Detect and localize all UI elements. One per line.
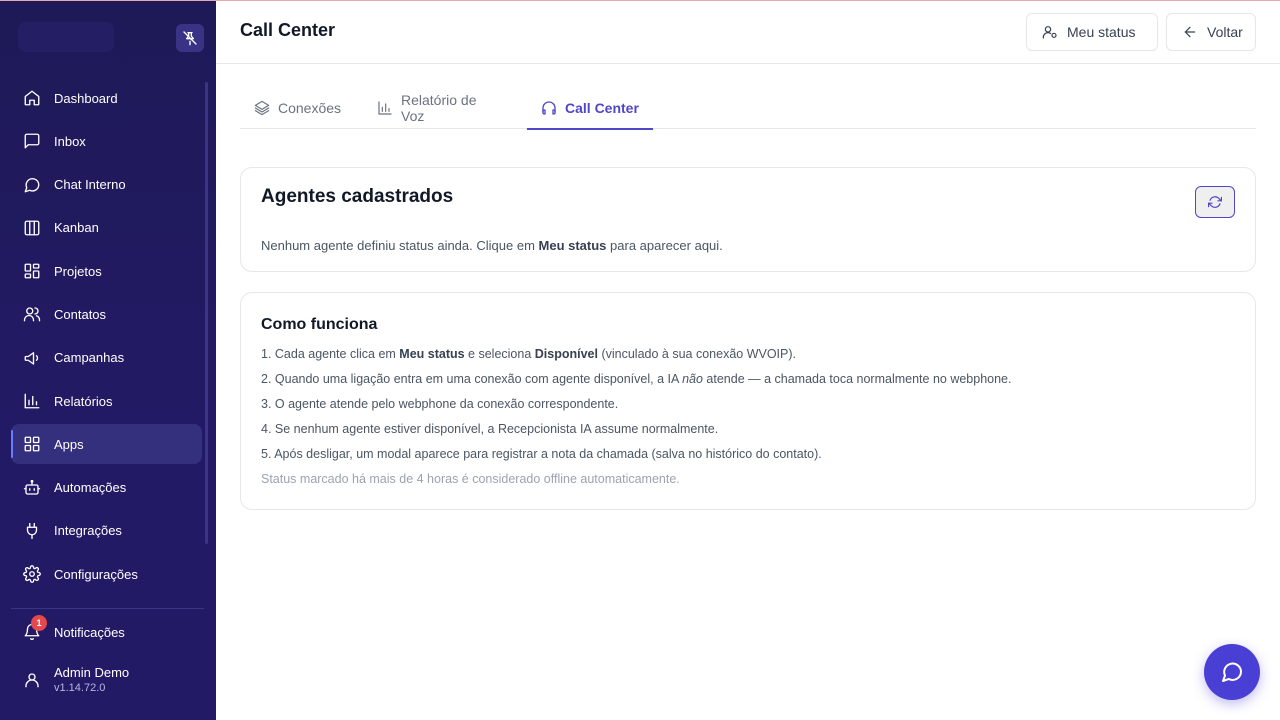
sidebar-item-configuracoes[interactable]: Configurações <box>11 554 202 594</box>
sidebar-item-label: Inbox <box>54 133 86 149</box>
sidebar-item-notificacoes[interactable]: 1 Notificações <box>11 612 202 652</box>
unpin-sidebar-button[interactable] <box>176 24 204 52</box>
agents-card: Agentes cadastrados Nenhum agente defini… <box>240 167 1256 272</box>
sidebar-item-label: Contatos <box>54 306 107 322</box>
bot-icon <box>23 479 41 497</box>
sidebar-item-dashboard[interactable]: Dashboard <box>11 78 202 118</box>
offline-note: Status marcado há mais de 4 horas é cons… <box>261 472 680 486</box>
sidebar-item-projetos[interactable]: Projetos <box>11 251 202 291</box>
bar-chart-icon <box>377 100 393 116</box>
step-4: 4. Se nenhum agente estiver disponível, … <box>261 422 719 436</box>
sidebar-item-label: Projetos <box>54 263 102 279</box>
sidebar-item-label: Campanhas <box>54 350 125 366</box>
sidebar-item-automacoes[interactable]: Automações <box>11 468 202 508</box>
sidebar-item-contatos[interactable]: Contatos <box>11 294 202 334</box>
message-circle-icon <box>23 176 41 194</box>
users-icon <box>23 305 41 323</box>
sidebar-item-label: Automações <box>54 480 127 496</box>
bar-chart-icon <box>23 392 41 410</box>
sidebar-scrollbar[interactable] <box>205 82 208 544</box>
tab-call-center[interactable]: Call Center <box>527 88 653 130</box>
tab-label: Conexões <box>278 99 342 116</box>
plug-icon <box>23 522 41 540</box>
sidebar-item-label: Integrações <box>54 523 122 539</box>
sidebar-item-label: Chat Interno <box>54 177 126 193</box>
sidebar-item-label: Relatórios <box>54 393 113 409</box>
bell-icon: 1 <box>23 615 47 641</box>
sidebar-item-kanban[interactable]: Kanban <box>11 208 202 248</box>
refresh-icon <box>1208 196 1222 208</box>
chat-fab-button[interactable] <box>1204 644 1260 700</box>
headphones-icon <box>541 100 557 116</box>
user-name: Admin Demo <box>54 665 130 680</box>
home-icon <box>23 89 41 107</box>
empty-agents-message: Nenhum agente definiu status ainda. Cliq… <box>261 238 723 253</box>
megaphone-icon <box>23 349 41 367</box>
how-it-works-card: Como funciona 1. Cada agente clica em Me… <box>240 292 1256 510</box>
tabs: Conexões Relatório de Voz Call Center <box>240 88 1256 130</box>
step-text: 2. Quando uma ligação entra em uma conex… <box>261 372 683 386</box>
sidebar-nav: Dashboard Inbox Chat Interno Kanban Proj… <box>11 78 202 598</box>
step-5: 5. Após desligar, um modal aparece para … <box>261 447 822 461</box>
message-square-icon <box>23 132 41 150</box>
step-1: 1. Cada agente clica em Meu status e sel… <box>261 345 1012 370</box>
step-bold: Meu status <box>399 347 465 361</box>
layout-grid-icon <box>23 262 41 280</box>
sidebar-item-chat-interno[interactable]: Chat Interno <box>11 165 202 205</box>
my-status-button[interactable]: Meu status <box>1026 13 1158 51</box>
tab-conexoes[interactable]: Conexões <box>240 88 358 129</box>
step-text: 1. Cada agente clica em <box>261 347 400 361</box>
sidebar-item-label: Dashboard <box>54 90 118 106</box>
sidebar-item-label: Kanban <box>54 220 99 236</box>
user-cog-icon <box>1042 24 1058 40</box>
empty-text-part: Nenhum agente definiu status ainda. Cliq… <box>261 238 539 253</box>
sidebar-divider <box>11 608 204 609</box>
steps-list: 1. Cada agente clica em Meu status e sel… <box>261 345 1012 495</box>
step-3: 3. O agente atende pelo webphone da cone… <box>261 397 619 411</box>
step-text: atende — a chamada toca normalmente no w… <box>702 372 1012 386</box>
arrow-left-icon <box>1182 24 1198 40</box>
sidebar-item-apps[interactable]: Apps <box>11 424 202 465</box>
top-accent-line <box>0 0 1280 1</box>
my-status-label: Meu status <box>1067 24 1136 40</box>
sidebar-item-relatorios[interactable]: Relatórios <box>11 381 202 421</box>
columns-icon <box>23 219 41 237</box>
step-italic: não <box>682 372 703 386</box>
step-2: 2. Quando uma ligação entra em uma conex… <box>261 370 1012 395</box>
layers-icon <box>254 100 270 116</box>
page-title: Call Center <box>240 20 336 40</box>
sidebar-item-label: Notificações <box>54 624 125 640</box>
page-header: Call Center Meu status Voltar <box>216 0 1280 64</box>
sidebar-item-label: Apps <box>54 436 84 452</box>
sidebar-item-integracoes[interactable]: Integrações <box>11 511 202 551</box>
apps-grid-icon <box>23 435 41 453</box>
tab-label: Call Center <box>565 99 639 116</box>
step-text: (vinculado à sua conexão WVOIP). <box>597 347 796 361</box>
app-version: v1.14.72.0 <box>54 682 106 694</box>
sidebar-item-inbox[interactable]: Inbox <box>11 121 202 161</box>
pin-off-icon <box>183 31 197 46</box>
sidebar: Dashboard Inbox Chat Interno Kanban Proj… <box>0 0 216 720</box>
back-button[interactable]: Voltar <box>1166 13 1256 51</box>
sidebar-item-campanhas[interactable]: Campanhas <box>11 338 202 378</box>
notification-count-badge: 1 <box>31 615 47 631</box>
empty-text-part: para aparecer aqui. <box>606 238 723 253</box>
refresh-button[interactable] <box>1195 186 1235 218</box>
step-text: e seleciona <box>464 347 535 361</box>
tab-relatorio-de-voz[interactable]: Relatório de Voz <box>363 88 511 129</box>
user-icon <box>23 671 41 689</box>
logo <box>18 22 114 52</box>
step-bold: Disponível <box>534 347 598 361</box>
empty-text-bold: Meu status <box>538 238 607 253</box>
back-label: Voltar <box>1207 24 1243 40</box>
agents-card-title: Agentes cadastrados <box>261 186 454 207</box>
message-circle-icon <box>1222 662 1243 682</box>
tab-label: Relatório de Voz <box>401 91 477 124</box>
user-profile[interactable]: Admin Demo v1.14.72.0 <box>11 660 202 700</box>
sidebar-item-label: Configurações <box>54 566 138 582</box>
how-it-works-title: Como funciona <box>261 316 378 333</box>
settings-icon <box>23 565 41 584</box>
